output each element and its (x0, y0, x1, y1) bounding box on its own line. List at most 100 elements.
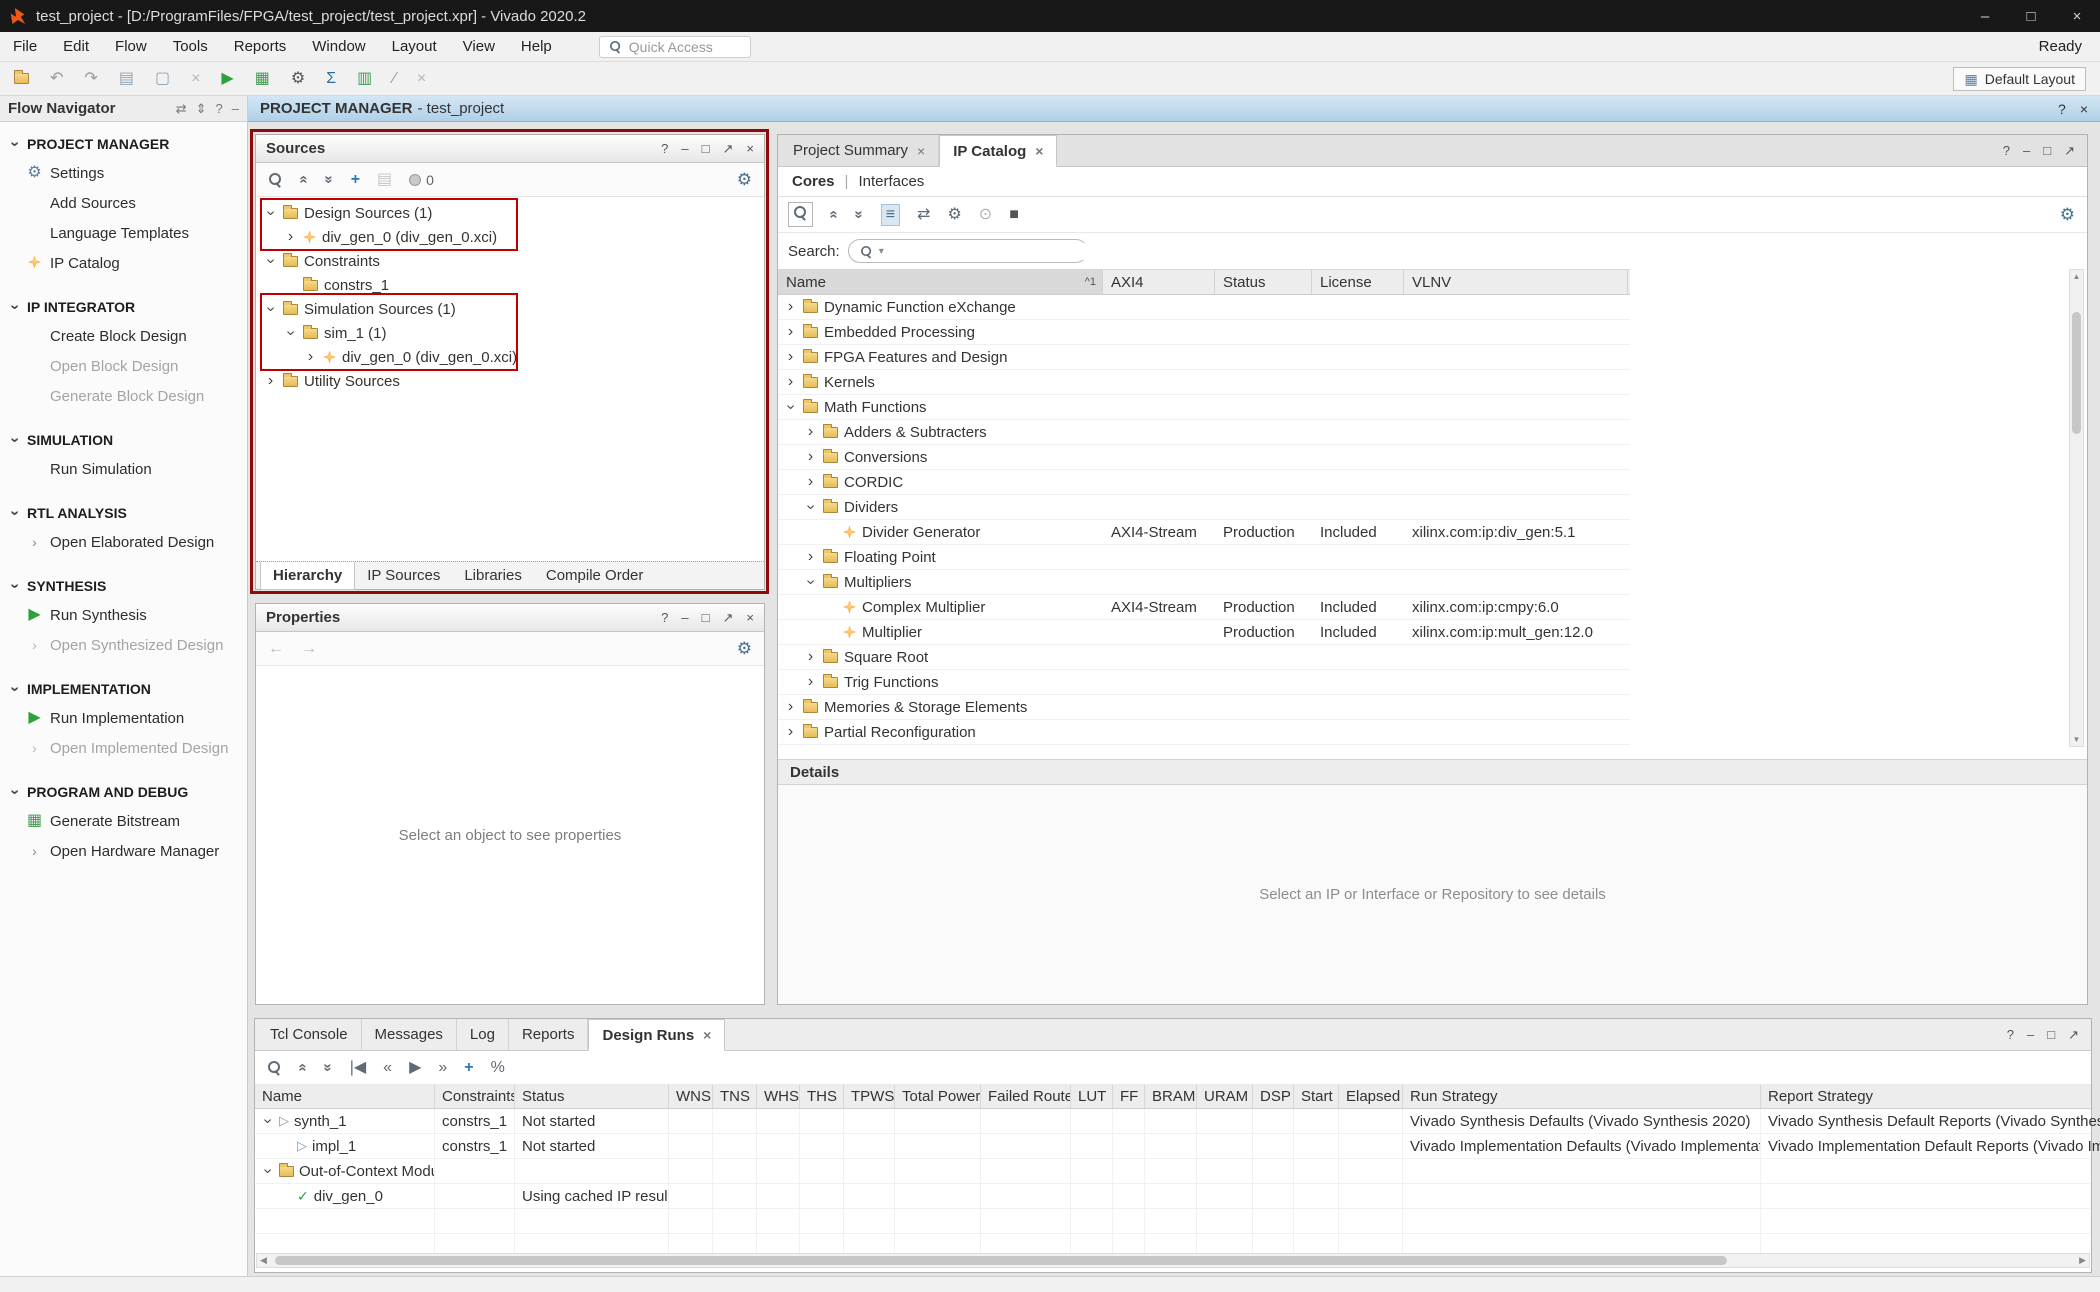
runs-column-report-strategy[interactable]: Report Strategy (1761, 1085, 2100, 1108)
catalog-row-divider-generator[interactable]: ›Divider GeneratorAXI4-StreamProductionI… (778, 520, 1630, 545)
chevron-icon[interactable]: › (784, 374, 797, 390)
float-icon[interactable]: ↗ (2064, 143, 2075, 159)
catalog-search-box[interactable]: ▾ (848, 239, 1088, 263)
runs-column-run-strategy[interactable]: Run Strategy (1403, 1085, 1761, 1108)
gear-icon[interactable]: ⚙ (2060, 206, 2075, 223)
sidebar-item-open-block-design[interactable]: Open Block Design (0, 351, 247, 381)
runs-column-start[interactable]: Start (1294, 1085, 1339, 1108)
catalog-row-kernels[interactable]: ›Kernels (778, 370, 1630, 395)
sidebar-item-run-synthesis[interactable]: ▶Run Synthesis (0, 600, 247, 630)
create-run-icon[interactable]: + (464, 1060, 473, 1076)
ip-status-icon[interactable]: ⊙ (979, 207, 992, 223)
forward-icon[interactable]: → (301, 641, 317, 657)
tree-item-div-gen-0[interactable]: ›div_gen_0 (div_gen_0.xci) (256, 225, 764, 249)
chevron-icon[interactable]: › (804, 549, 817, 565)
catalog-row-dynamic-function-exchange[interactable]: ›Dynamic Function eXchange (778, 295, 1630, 320)
collapse-all-icon[interactable]: « (297, 175, 312, 183)
sources-tab-libraries[interactable]: Libraries (452, 562, 534, 589)
scroll-right-icon[interactable]: ▶ (2079, 1255, 2086, 1266)
minimize-icon[interactable]: – (1962, 0, 2008, 32)
stop-icon[interactable]: × (417, 71, 426, 87)
gear-icon[interactable]: ⚙ (737, 171, 752, 188)
chevron-icon[interactable]: › (784, 299, 797, 315)
maximize-icon[interactable]: □ (702, 141, 710, 157)
run-row-div-gen-0[interactable]: ›✓div_gen_0Using cached IP results (255, 1184, 2091, 1209)
chevron-icon[interactable]: › (283, 327, 299, 340)
sidebar-item-add-sources[interactable]: Add Sources (0, 188, 247, 218)
run-row-synth-1[interactable]: ›▷synth_1constrs_1Not startedVivado Synt… (255, 1109, 2091, 1134)
help-icon[interactable]: ? (2007, 1027, 2014, 1042)
close-icon[interactable]: × (746, 141, 754, 157)
menu-reports[interactable]: Reports (221, 38, 300, 55)
expand-collapse-icon[interactable]: ⇕ (196, 101, 207, 117)
runs-column-bram[interactable]: BRAM (1145, 1085, 1197, 1108)
horizontal-scrollbar[interactable]: ◀ ▶ (256, 1253, 2090, 1268)
runs-column-ff[interactable]: FF (1113, 1085, 1145, 1108)
catalog-row-complex-multiplier[interactable]: ›Complex MultiplierAXI4-StreamProduction… (778, 595, 1630, 620)
back-icon[interactable]: ← (268, 641, 284, 657)
sidebar-item-run-simulation[interactable]: Run Simulation (0, 454, 247, 484)
search-icon[interactable] (793, 205, 808, 220)
chevron-icon[interactable]: › (804, 449, 817, 465)
tree-item-div-gen-0[interactable]: ›div_gen_0 (div_gen_0.xci) (256, 345, 764, 369)
help-icon[interactable]: ? (661, 141, 668, 157)
chevron-icon[interactable]: › (804, 649, 817, 665)
catalog-row-adders-subtracters[interactable]: ›Adders & Subtracters (778, 420, 1630, 445)
percent-icon[interactable]: % (491, 1060, 505, 1076)
sidebar-item-create-block-design[interactable]: Create Block Design (0, 321, 247, 351)
copy-icon[interactable]: ▢ (155, 71, 170, 87)
compare-versions-icon[interactable]: ⇄ (917, 207, 930, 223)
help-icon[interactable]: ? (2003, 143, 2010, 158)
subtab-interfaces[interactable]: Interfaces (858, 173, 924, 190)
catalog-row-partial-reconfiguration[interactable]: ›Partial Reconfiguration (778, 720, 1630, 745)
minimize-icon[interactable]: – (2027, 1027, 2034, 1042)
chevron-icon[interactable]: › (784, 724, 797, 740)
bitstream-icon[interactable]: ▦ (27, 813, 42, 829)
first-run-icon[interactable]: |◀ (350, 1060, 366, 1076)
maximize-icon[interactable]: □ (2047, 1027, 2055, 1042)
gear-icon[interactable]: ⚙ (27, 165, 41, 181)
run-icon[interactable]: ▶ (28, 710, 40, 726)
chevron-icon[interactable]: › (803, 501, 819, 514)
chevron-icon[interactable]: › (260, 1165, 276, 1178)
tree-item-constrs-1[interactable]: ›constrs_1 (256, 273, 764, 297)
column-header-license[interactable]: License (1312, 270, 1404, 294)
play-run-icon[interactable]: ▶ (409, 1060, 421, 1076)
chevron-icon[interactable]: › (784, 324, 797, 340)
runs-column-name[interactable]: Name (255, 1085, 435, 1108)
catalog-row-conversions[interactable]: ›Conversions (778, 445, 1630, 470)
tree-item-design-sources[interactable]: ›Design Sources (1) (256, 201, 764, 225)
expand-all-icon[interactable]: » (321, 1063, 336, 1071)
maximize-icon[interactable]: □ (2043, 143, 2051, 158)
catalog-row-multipliers[interactable]: ›Multipliers (778, 570, 1630, 595)
float-icon[interactable]: ↗ (2068, 1027, 2079, 1043)
repository-icon[interactable]: ■ (1009, 207, 1019, 223)
scroll-left-icon[interactable]: ◀ (260, 1255, 267, 1266)
float-icon[interactable]: ↗ (723, 141, 734, 157)
chevron-icon[interactable]: › (304, 349, 317, 365)
minimize-icon[interactable]: – (681, 610, 688, 626)
add-sources-icon[interactable]: + (351, 172, 360, 188)
menu-window[interactable]: Window (299, 38, 378, 55)
sources-tab-ip-sources[interactable]: IP Sources (355, 562, 452, 589)
expand-all-icon[interactable]: » (322, 175, 337, 183)
chevron-icon[interactable]: › (264, 373, 277, 389)
runs-column-ths[interactable]: THS (800, 1085, 844, 1108)
menu-view[interactable]: View (450, 38, 508, 55)
quick-access-search[interactable]: Quick Access (599, 36, 751, 58)
bottom-tab-messages[interactable]: Messages (362, 1019, 457, 1050)
menu-flow[interactable]: Flow (102, 38, 160, 55)
catalog-row-multiplier[interactable]: ›MultiplierProductionIncludedxilinx.com:… (778, 620, 1630, 645)
catalog-row-cordic[interactable]: ›CORDIC (778, 470, 1630, 495)
maximize-icon[interactable]: □ (2008, 0, 2054, 32)
flow-icon[interactable]: ▦ (255, 71, 270, 87)
section-header-synthesis[interactable]: ›SYNTHESIS (0, 572, 247, 600)
close-icon[interactable]: × (703, 1027, 711, 1043)
tree-item-simulation-sources[interactable]: ›Simulation Sources (1) (256, 297, 764, 321)
scroll-down-icon[interactable]: ▼ (2073, 735, 2081, 744)
close-icon[interactable]: × (1035, 143, 1043, 159)
column-header-axi4[interactable]: AXI4 (1103, 270, 1215, 294)
section-header-simulation[interactable]: ›SIMULATION (0, 426, 247, 454)
catalog-row-dividers[interactable]: ›Dividers (778, 495, 1630, 520)
help-icon[interactable]: ? (216, 101, 223, 117)
